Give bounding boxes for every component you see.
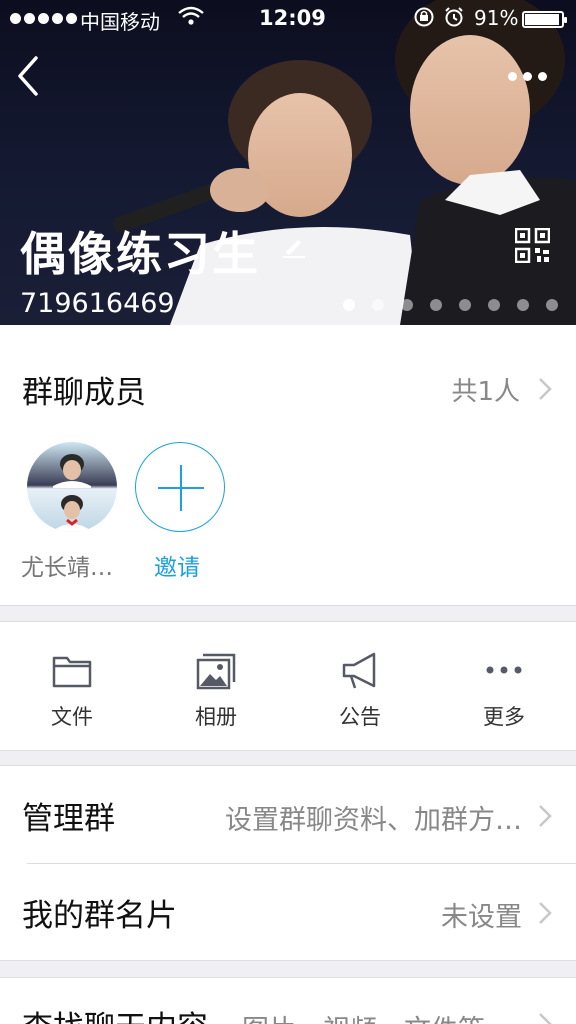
megaphone-icon	[342, 652, 376, 689]
announcement-button[interactable]: 公告	[288, 622, 432, 750]
chevron-right-icon	[539, 378, 552, 400]
quick-actions: 文件 相册 公告 更多	[0, 622, 576, 750]
manage-group-row[interactable]: 管理群 设置群聊资料、加群方…	[0, 766, 576, 863]
page-dot	[488, 299, 500, 311]
folder-icon	[52, 656, 92, 688]
group-name: 偶像练习生	[20, 227, 260, 281]
divider	[0, 750, 576, 751]
search-chat-value: 图片、视频、文件等	[242, 1008, 485, 1024]
status-time: 12:09	[259, 6, 326, 30]
chevron-left-icon	[18, 56, 38, 96]
members-count[interactable]: 共1人	[451, 371, 520, 408]
page-dot	[517, 299, 529, 311]
chevron-right-icon	[539, 1013, 552, 1024]
invite-label[interactable]: 邀请	[154, 548, 200, 582]
chevron-right-icon	[539, 902, 552, 924]
signal-strength-icon	[10, 13, 77, 24]
page-dot	[343, 299, 355, 311]
battery-icon	[522, 11, 567, 28]
settings-list: 管理群 设置群聊资料、加群方… 我的群名片 未设置	[0, 766, 576, 960]
divider	[0, 960, 576, 961]
group-id: 719616469	[20, 288, 175, 319]
my-group-card-row[interactable]: 我的群名片 未设置	[0, 863, 576, 960]
search-chat-label: 查找聊天内容	[22, 1002, 208, 1024]
carrier-name: 中国移动	[80, 10, 160, 34]
back-button[interactable]	[14, 54, 44, 98]
member-name: 尤长靖…	[21, 555, 113, 581]
page-dot	[401, 299, 413, 311]
orientation-lock-icon	[413, 6, 435, 33]
album-label: 相册	[195, 705, 237, 729]
my-group-card-value: 未设置	[441, 902, 522, 933]
files-button[interactable]: 文件	[0, 622, 144, 750]
more-options-button[interactable]	[508, 66, 552, 86]
more-label: 更多	[483, 705, 525, 729]
chevron-right-icon	[539, 805, 552, 827]
search-chat-row[interactable]: 查找聊天内容 图片、视频、文件等	[0, 978, 576, 1024]
album-icon	[196, 653, 236, 690]
manage-group-value: 设置群聊资料、加群方…	[225, 805, 522, 836]
alarm-icon	[443, 6, 465, 33]
edit-name-icon[interactable]	[282, 236, 306, 262]
my-group-card-label: 我的群名片	[22, 898, 177, 934]
invite-button[interactable]	[135, 442, 225, 532]
group-cover-photo[interactable]: 中国移动 12:09 91% 偶像练习生 719616469	[0, 0, 576, 325]
member-avatar[interactable]	[27, 442, 117, 532]
page-dot	[430, 299, 442, 311]
page-dot	[372, 299, 384, 311]
divider	[0, 605, 576, 606]
page-dot	[459, 299, 471, 311]
wifi-icon	[178, 6, 204, 31]
status-bar: 中国移动 12:09 91%	[0, 0, 576, 38]
members-title: 群聊成员	[22, 375, 146, 411]
files-label: 文件	[51, 705, 93, 729]
battery-percentage: 91%	[474, 6, 519, 30]
manage-group-label: 管理群	[22, 801, 115, 837]
page-dot	[546, 299, 558, 311]
cover-page-indicator	[343, 299, 558, 311]
album-button[interactable]: 相册	[144, 622, 288, 750]
members-section: 群聊成员 共1人 尤长靖… 邀请	[0, 325, 576, 605]
announcement-label: 公告	[339, 705, 381, 729]
qr-code-icon[interactable]	[514, 227, 551, 264]
more-dots-icon	[486, 666, 522, 674]
more-button[interactable]: 更多	[432, 622, 576, 750]
